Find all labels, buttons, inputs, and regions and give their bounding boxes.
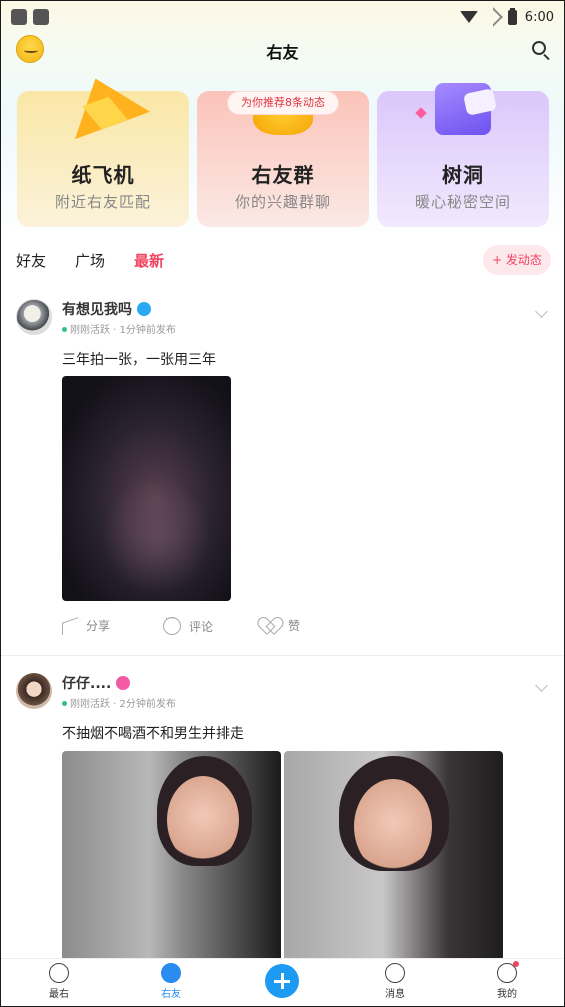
avatar[interactable] xyxy=(16,673,52,709)
search-icon[interactable] xyxy=(532,41,546,55)
post-card: 仔仔.... 刚刚活跃 · 2分钟前发布 不抽烟不喝酒不和男生并排走 xyxy=(1,673,564,963)
no-signal-icon xyxy=(482,7,503,27)
tree-hole-icon xyxy=(435,83,491,135)
share-label: 分享 xyxy=(86,619,111,633)
comment-label: 评论 xyxy=(189,619,214,634)
post-time: 2分钟前发布 xyxy=(119,699,176,710)
notification-icon xyxy=(11,9,27,25)
card-subtitle: 你的兴趣群聊 xyxy=(234,193,331,211)
author-name: 有想见我吗 xyxy=(62,302,132,318)
notification-dot xyxy=(513,961,519,967)
plus-icon[interactable] xyxy=(265,964,299,998)
profile-icon xyxy=(497,961,519,983)
post-photo[interactable] xyxy=(62,751,281,961)
create-post-button[interactable]: + 发动态 xyxy=(483,245,551,275)
face-icon xyxy=(49,963,69,983)
nav-youyou[interactable]: 右友 xyxy=(141,963,201,1000)
photo-face xyxy=(354,779,432,874)
divider xyxy=(1,655,564,656)
status-time: 6:00 xyxy=(524,9,554,25)
post-card: 有想见我吗 刚刚活跃 · 1分钟前发布 三年拍一张，一张用三年 分享 评论 赞 xyxy=(1,299,564,649)
share-button[interactable]: 分享 xyxy=(62,616,111,635)
status-icons: 6:00 xyxy=(459,7,554,27)
card-group-chat[interactable]: 为你推荐8条动态 右友群 你的兴趣群聊 xyxy=(197,91,369,227)
heart-icon xyxy=(415,107,427,119)
card-subtitle: 附近右友匹配 xyxy=(54,193,151,211)
nav-label: 最右 xyxy=(49,989,69,1000)
post-author[interactable]: 有想见我吗 xyxy=(62,299,151,319)
app-screen: 6:00 右友 纸飞机 附近右友匹配 为你推荐8条动态 右友群 你的兴趣群聊 树… xyxy=(0,0,565,1007)
comment-icon xyxy=(163,614,181,635)
nav-label: 右友 xyxy=(161,989,181,1000)
like-label: 赞 xyxy=(288,619,301,633)
post-text: 不抽烟不喝酒不和男生并排走 xyxy=(62,726,244,742)
male-icon xyxy=(137,302,151,316)
post-meta: 刚刚活跃 · 2分钟前发布 xyxy=(62,695,176,710)
online-dot-icon xyxy=(62,701,67,706)
nav-label: 我的 xyxy=(497,989,517,1000)
card-tree-hole[interactable]: 树洞 暖心秘密空间 xyxy=(377,83,549,227)
post-author[interactable]: 仔仔.... xyxy=(62,673,131,693)
feature-cards: 纸飞机 附近右友匹配 为你推荐8条动态 右友群 你的兴趣群聊 树洞 暖心秘密空间 xyxy=(17,64,549,229)
card-title: 树洞 xyxy=(442,163,484,187)
post-time: 1分钟前发布 xyxy=(119,325,176,336)
nav-messages[interactable]: 消息 xyxy=(365,963,425,1000)
online-dot-icon xyxy=(62,327,67,332)
message-icon xyxy=(385,963,405,983)
top-bar: 右友 xyxy=(1,33,564,67)
share-icon xyxy=(62,616,78,635)
post-photo[interactable] xyxy=(62,376,231,601)
female-icon xyxy=(116,676,131,690)
card-subtitle: 暖心秘密空间 xyxy=(414,193,511,211)
author-name: 仔仔.... xyxy=(62,676,112,692)
post-text: 三年拍一张，一张用三年 xyxy=(62,352,216,368)
nav-zuiyou[interactable]: 最右 xyxy=(29,963,89,1000)
active-status: 刚刚活跃 xyxy=(70,699,110,710)
avatar[interactable] xyxy=(16,299,52,335)
status-bar: 6:00 xyxy=(1,1,564,33)
post-actions: 分享 评论 赞 xyxy=(62,614,362,641)
photo-face xyxy=(167,776,239,864)
card-title: 右友群 xyxy=(251,163,315,187)
page-title: 右友 xyxy=(266,43,299,62)
tab-square[interactable]: 广场 xyxy=(75,250,105,271)
tab-friends[interactable]: 好友 xyxy=(16,250,46,271)
tab-latest[interactable]: 最新 xyxy=(134,250,164,271)
chevron-down-icon[interactable] xyxy=(535,679,548,692)
nav-profile[interactable]: 我的 xyxy=(477,961,537,1000)
wifi-icon xyxy=(459,11,478,23)
chevron-down-icon[interactable] xyxy=(535,305,548,318)
card-title: 纸飞机 xyxy=(71,163,135,187)
planet-icon xyxy=(161,963,181,983)
post-meta: 刚刚活跃 · 1分钟前发布 xyxy=(62,321,176,336)
nav-label: 消息 xyxy=(385,989,405,1000)
comment-button[interactable]: 评论 xyxy=(163,614,214,635)
like-button[interactable]: 赞 xyxy=(262,617,300,634)
battery-icon xyxy=(507,7,517,25)
heart-outline-icon xyxy=(262,618,280,634)
card-paper-plane[interactable]: 纸飞机 附近右友匹配 xyxy=(17,64,189,227)
notification-icon xyxy=(33,9,49,25)
post-photo[interactable] xyxy=(284,751,503,961)
recommend-badge[interactable]: 为你推荐8条动态 xyxy=(227,91,339,115)
feed-tabs: 好友 广场 最新 + 发动态 xyxy=(16,245,551,277)
bottom-nav: 最右 右友 消息 我的 xyxy=(1,958,564,1006)
active-status: 刚刚活跃 xyxy=(70,325,110,336)
